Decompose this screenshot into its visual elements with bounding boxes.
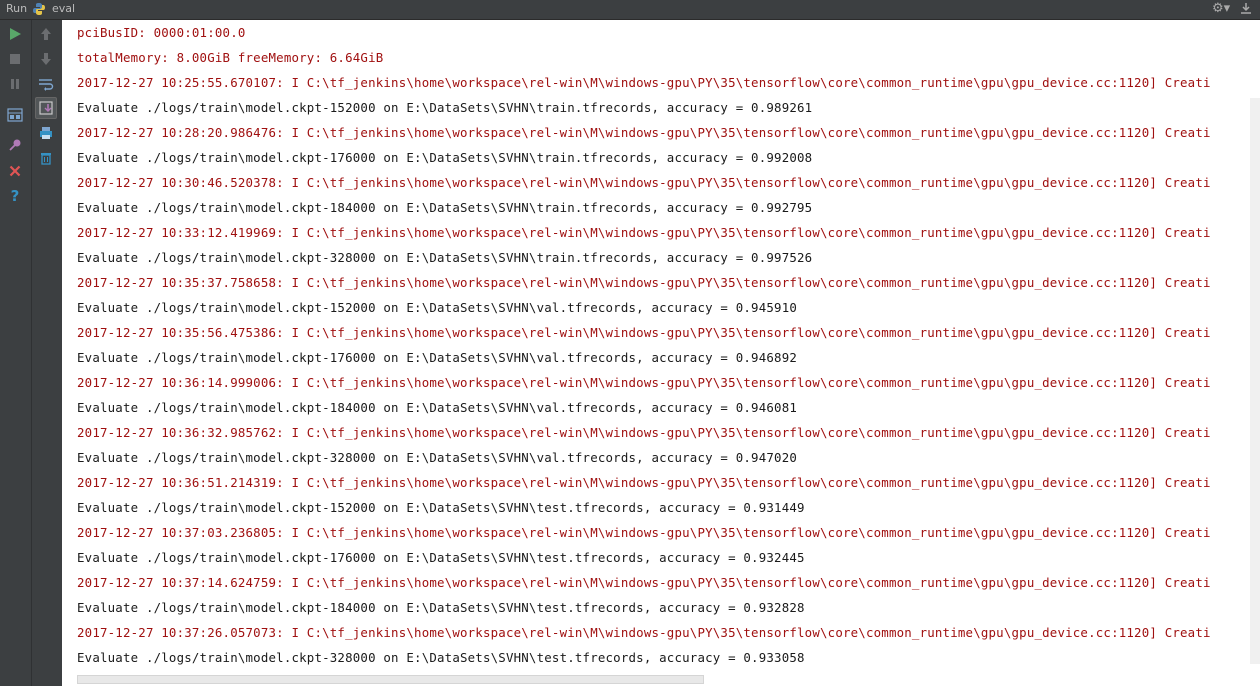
console-actions-toolbar	[32, 20, 63, 686]
run-label: Run	[6, 2, 28, 15]
soft-wrap-icon	[39, 79, 54, 91]
stdout-line: Evaluate ./logs/train\model.ckpt-152000 …	[77, 100, 813, 115]
stderr-line: 2017-12-27 10:37:14.624759: I C:\tf_jenk…	[77, 575, 1211, 590]
arrow-down-icon	[41, 53, 51, 65]
rerun-button[interactable]	[4, 23, 26, 45]
stderr-line: 2017-12-27 10:36:14.999006: I C:\tf_jenk…	[77, 375, 1211, 390]
gear-icon[interactable]: ⚙▾	[1212, 0, 1230, 18]
stderr-line: totalMemory: 8.00GiB freeMemory: 6.64GiB	[77, 50, 384, 65]
run-config-name: eval	[52, 2, 76, 15]
soft-wrap-button[interactable]	[35, 73, 57, 95]
stderr-line: 2017-12-27 10:33:12.419969: I C:\tf_jenk…	[77, 225, 1211, 240]
stderr-line: 2017-12-27 10:25:55.670107: I C:\tf_jenk…	[77, 75, 1211, 90]
stdout-line: Evaluate ./logs/train\model.ckpt-184000 …	[77, 400, 798, 415]
stdout-line: Evaluate ./logs/train\model.ckpt-184000 …	[77, 200, 813, 215]
stop-button[interactable]	[4, 48, 26, 70]
hide-panel-icon[interactable]	[1240, 1, 1252, 15]
stdout-line: Evaluate ./logs/train\model.ckpt-176000 …	[77, 350, 798, 365]
stderr-line: 2017-12-27 10:37:26.057073: I C:\tf_jenk…	[77, 625, 1211, 640]
print-button[interactable]	[35, 122, 57, 144]
layout-icon	[7, 108, 23, 122]
stdout-line: Evaluate ./logs/train\model.ckpt-176000 …	[77, 550, 805, 565]
run-tool-window-header: Run eval ⚙▾	[0, 0, 1260, 20]
stderr-line: 2017-12-27 10:35:37.758658: I C:\tf_jenk…	[77, 275, 1211, 290]
scroll-to-end-button[interactable]	[35, 97, 57, 119]
pin-tab-button[interactable]	[4, 134, 26, 156]
stderr-line: 2017-12-27 10:36:51.214319: I C:\tf_jenk…	[77, 475, 1211, 490]
help-icon: ?	[10, 187, 20, 205]
vertical-scrollbar[interactable]	[1250, 98, 1260, 664]
restore-layout-button[interactable]	[4, 104, 26, 126]
stderr-line: 2017-12-27 10:36:32.985762: I C:\tf_jenk…	[77, 425, 1211, 440]
stdout-line: Evaluate ./logs/train\model.ckpt-152000 …	[77, 300, 798, 315]
arrow-up-icon	[41, 28, 51, 40]
scroll-up-button[interactable]	[35, 23, 57, 45]
stderr-line: 2017-12-27 10:28:20.986476: I C:\tf_jenk…	[77, 125, 1211, 140]
help-button[interactable]: ?	[4, 185, 26, 207]
stdout-line: Evaluate ./logs/train\model.ckpt-176000 …	[77, 150, 813, 165]
scroll-to-end-icon	[39, 101, 53, 115]
play-icon	[10, 28, 21, 40]
close-icon	[9, 165, 21, 177]
console-output[interactable]: pciBusID: 0000:01:00.0 totalMemory: 8.00G…	[62, 20, 1260, 686]
stdout-line: Evaluate ./logs/train\model.ckpt-328000 …	[77, 650, 805, 665]
printer-icon	[40, 127, 52, 139]
pin-icon	[9, 139, 21, 151]
stderr-line: 2017-12-27 10:35:56.475386: I C:\tf_jenk…	[77, 325, 1211, 340]
run-actions-toolbar: ?	[0, 20, 32, 686]
stdout-line: Evaluate ./logs/train\model.ckpt-328000 …	[77, 450, 798, 465]
clear-all-button[interactable]	[35, 147, 57, 169]
pause-button[interactable]	[4, 73, 26, 95]
trash-icon	[41, 153, 51, 165]
pause-icon	[11, 79, 19, 89]
stdout-line: Evaluate ./logs/train\model.ckpt-184000 …	[77, 600, 805, 615]
stdout-line: Evaluate ./logs/train\model.ckpt-152000 …	[77, 500, 805, 515]
stdout-line: Evaluate ./logs/train\model.ckpt-328000 …	[77, 250, 813, 265]
stderr-line: 2017-12-27 10:37:03.236805: I C:\tf_jenk…	[77, 525, 1211, 540]
scroll-down-button[interactable]	[35, 48, 57, 70]
stderr-line: pciBusID: 0000:01:00.0	[77, 25, 246, 40]
console-lines: pciBusID: 0000:01:00.0 totalMemory: 8.00G…	[77, 24, 1211, 674]
stderr-line: 2017-12-27 10:30:46.520378: I C:\tf_jenk…	[77, 175, 1211, 190]
stop-icon	[10, 54, 20, 64]
close-button[interactable]	[4, 160, 26, 182]
python-icon	[33, 3, 45, 15]
horizontal-scrollbar[interactable]	[77, 675, 704, 684]
